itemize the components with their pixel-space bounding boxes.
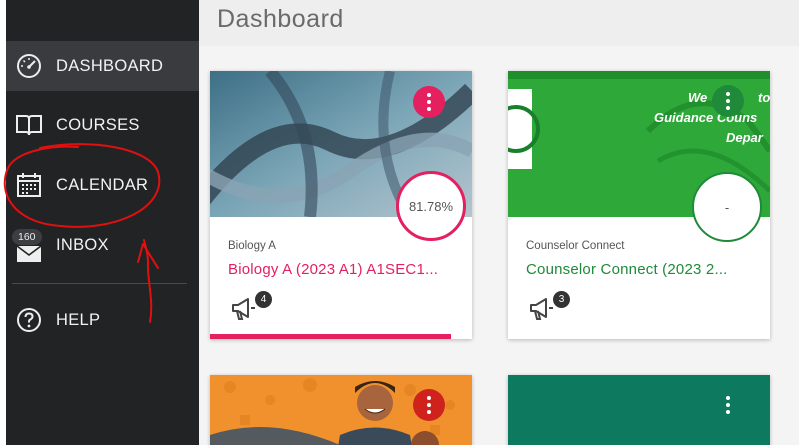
sidebar-item-label: COURSES bbox=[56, 115, 140, 134]
announcements-button[interactable]: 3 bbox=[528, 291, 570, 325]
course-card-title[interactable]: Counselor Connect (2023 2... bbox=[526, 261, 752, 278]
dashboard-gauge-icon bbox=[15, 52, 43, 80]
course-progress-bar bbox=[210, 334, 452, 339]
sidebar-item-help[interactable]: HELP bbox=[6, 295, 199, 345]
page-header: Dashboard bbox=[199, 0, 799, 46]
course-card-counselor[interactable]: We to Guidance Couns Depar - Counselor C… bbox=[508, 71, 770, 339]
course-card-biology[interactable]: 81.78% Biology A Biology A (2023 A1) A1S… bbox=[210, 71, 472, 339]
course-card-title[interactable]: Biology A (2023 A1) A1SEC1... bbox=[228, 261, 454, 278]
announcements-button[interactable]: 4 bbox=[230, 291, 272, 325]
inbox-count-badge: 160 bbox=[12, 229, 42, 245]
course-grade-badge: 81.78% bbox=[396, 171, 466, 241]
announcement-count-badge: 4 bbox=[255, 291, 272, 308]
book-icon bbox=[15, 111, 43, 139]
sidebar-item-dashboard[interactable]: DASHBOARD bbox=[6, 41, 199, 91]
course-card-4[interactable] bbox=[508, 375, 770, 445]
megaphone-icon bbox=[528, 298, 554, 325]
sidebar-item-calendar[interactable]: CALENDAR bbox=[6, 160, 199, 210]
sidebar-divider bbox=[12, 283, 187, 284]
sidebar: DASHBOARD COURSES CALENDAR INBOX 160 HEL… bbox=[0, 0, 199, 445]
sidebar-item-inbox[interactable]: INBOX bbox=[6, 220, 199, 270]
calendar-icon bbox=[15, 171, 43, 199]
sidebar-item-label: CALENDAR bbox=[56, 175, 149, 194]
sidebar-item-label: INBOX bbox=[56, 235, 109, 254]
course-card-subtitle: Biology A bbox=[228, 240, 276, 252]
sidebar-item-label: HELP bbox=[56, 310, 101, 329]
banner-welcome-text: We bbox=[688, 90, 707, 105]
course-card-subtitle: Counselor Connect bbox=[526, 240, 625, 252]
course-card-menu-button[interactable] bbox=[712, 389, 744, 421]
course-card-menu-button[interactable] bbox=[712, 85, 744, 117]
banner-welcome-text: Depar bbox=[726, 130, 764, 145]
main-content: Dashboard 81.78% Biology A Biology A (20… bbox=[199, 0, 799, 445]
announcement-count-badge: 3 bbox=[553, 291, 570, 308]
course-card-menu-button[interactable] bbox=[413, 86, 445, 118]
megaphone-icon bbox=[230, 298, 256, 325]
sidebar-item-label: DASHBOARD bbox=[56, 56, 164, 75]
banner-welcome-text: Guidance Couns bbox=[654, 110, 757, 125]
question-circle-icon bbox=[15, 306, 43, 334]
course-grade-badge: - bbox=[692, 172, 762, 242]
course-card-menu-button[interactable] bbox=[413, 389, 445, 421]
page-title: Dashboard bbox=[217, 5, 344, 33]
banner-welcome-text: to bbox=[758, 90, 770, 105]
course-card-3[interactable] bbox=[210, 375, 472, 445]
sidebar-item-courses[interactable]: COURSES bbox=[6, 100, 199, 150]
